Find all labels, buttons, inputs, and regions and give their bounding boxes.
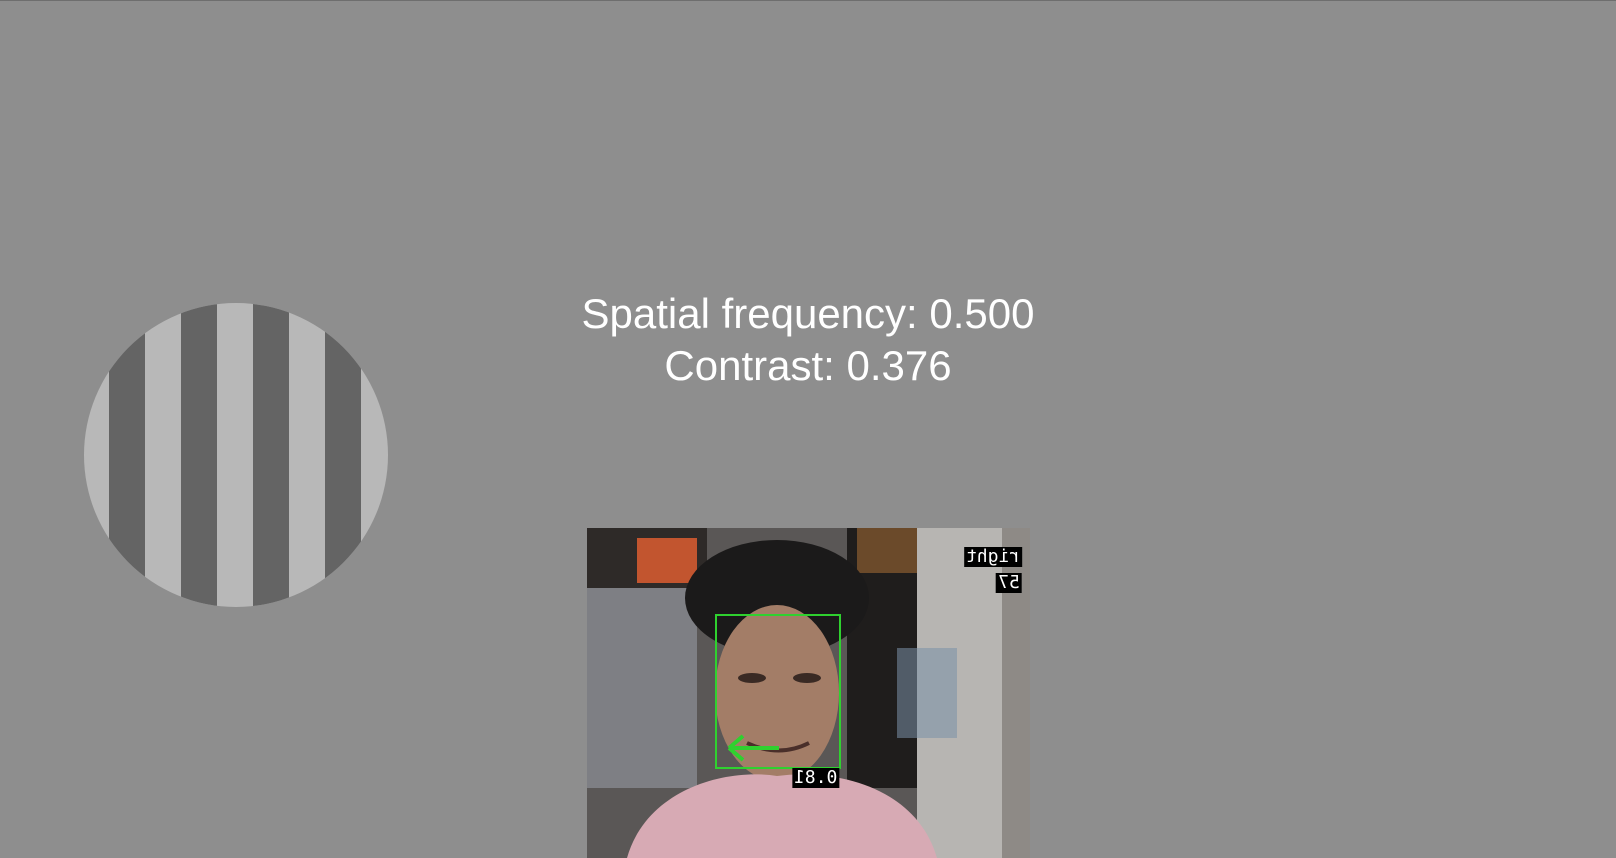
webcam-feed: right 57 0.81 — [587, 528, 1030, 858]
gabor-grating-stimulus — [84, 303, 388, 607]
confidence-label: 0.81 — [792, 767, 840, 788]
direction-label: right — [963, 546, 1022, 567]
spatial-frequency-label: Spatial frequency: 0.500 — [581, 290, 1035, 337]
grating-pattern — [84, 303, 388, 607]
stimulus-parameters: Spatial frequency: 0.500 Contrast: 0.376 — [508, 288, 1108, 392]
top-border — [0, 0, 1616, 1]
count-label: 57 — [996, 572, 1022, 593]
arrow-left-icon — [727, 734, 779, 762]
contrast-label: Contrast: 0.376 — [664, 342, 952, 389]
